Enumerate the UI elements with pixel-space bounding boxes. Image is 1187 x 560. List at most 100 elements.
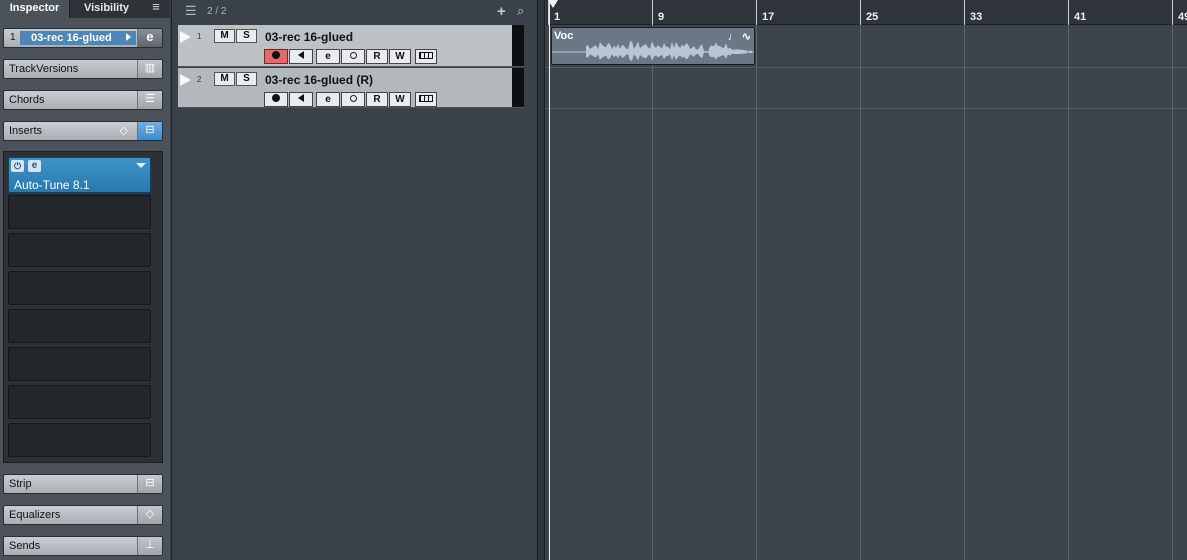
ruler-bar-mark: 9 [652, 0, 664, 25]
edit-channel-button[interactable]: e [316, 92, 340, 107]
bar-label: 1 [554, 11, 561, 23]
insert-slot-6[interactable] [8, 347, 151, 381]
bar-label: 49 [1178, 11, 1187, 23]
section-label: TrackVersions [9, 63, 79, 75]
plugin-name: Auto-Tune 8.1 [14, 178, 90, 192]
playhead-cursor[interactable] [548, 0, 558, 560]
track-divider [546, 67, 1187, 68]
insert-slot-7[interactable] [8, 385, 151, 419]
ring-icon [349, 51, 357, 59]
event-name: Voc [554, 30, 574, 42]
track-name[interactable]: 03-rec 16-glued (R) [265, 73, 373, 87]
grid-line [1172, 26, 1173, 560]
track-number: 2 [197, 75, 202, 84]
event-display[interactable]: 1 9 17 25 33 41 49 Voc ♩ ∿ [546, 0, 1187, 560]
lanes-icon [419, 51, 433, 59]
read-automation-button[interactable]: R [366, 49, 388, 64]
section-label: Strip [9, 478, 32, 490]
track-divider [546, 108, 1187, 109]
write-automation-button[interactable]: W [389, 49, 411, 64]
section-label: Chords [9, 94, 45, 106]
section-equalizers[interactable]: Equalizers ◇ [3, 505, 163, 525]
ruler-bar-mark: 17 [756, 0, 774, 25]
solo-button[interactable]: S [236, 72, 257, 86]
track-name[interactable]: 03-rec 16-glued [20, 31, 136, 45]
section-label: Equalizers [9, 509, 61, 521]
track-row[interactable]: 2 M S 03-rec 16-glued (R) e R W [178, 68, 524, 108]
tab-inspector[interactable]: Inspector [0, 0, 70, 18]
expand-triangle-icon[interactable] [180, 74, 191, 86]
monitor-button[interactable] [289, 92, 313, 107]
mute-button[interactable]: M [214, 29, 235, 43]
track-list: ☰ 2 / 2 + ⌕ 1 M S 03-rec 16-glued e R W … [171, 0, 538, 560]
sends-icon[interactable]: ⊥ [137, 537, 162, 555]
inserts-routing-icon[interactable]: ⊟ [137, 122, 162, 140]
write-automation-button[interactable]: W [389, 92, 411, 107]
ruler-bar-mark: 49 [1172, 0, 1187, 25]
section-chords[interactable]: Chords ☰ [3, 90, 163, 110]
tab-visibility[interactable]: Visibility [71, 0, 142, 18]
track-count: 2 / 2 [207, 6, 227, 17]
inserts-slots-panel: ⏻ e Auto-Tune 8.1 [3, 151, 163, 463]
record-enable-button[interactable] [264, 49, 288, 64]
insert-slot-8[interactable] [8, 423, 151, 457]
monitor-button[interactable] [289, 49, 313, 64]
speaker-icon [298, 94, 304, 103]
eq-icon[interactable]: ◇ [137, 506, 162, 524]
expand-arrow-icon [126, 33, 131, 41]
chords-icon[interactable]: ☰ [137, 91, 162, 109]
track-list-header: ☰ 2 / 2 + ⌕ [172, 0, 538, 24]
grid-line [756, 26, 757, 560]
inspector-track-header[interactable]: 1 03-rec 16-glued e [3, 28, 163, 48]
chevron-down-icon[interactable] [136, 163, 146, 168]
waveform [552, 41, 754, 61]
lock-button[interactable] [341, 92, 365, 107]
cubase-window: Inspector Visibility ≡ 1 03-rec 16-glued… [0, 0, 1187, 560]
ring-icon [349, 94, 357, 102]
search-icon[interactable]: ⌕ [517, 3, 524, 19]
section-sends[interactable]: Sends ⊥ [3, 536, 163, 556]
solo-button[interactable]: S [236, 29, 257, 43]
event-status-icons: ♩ ∿ [727, 31, 751, 43]
insert-slot-1[interactable]: ⏻ e Auto-Tune 8.1 [8, 157, 151, 193]
bar-label: 25 [866, 11, 879, 23]
track-name[interactable]: 03-rec 16-glued [265, 30, 353, 44]
track-number: 1 [10, 32, 16, 43]
strip-routing-icon[interactable]: ⊟ [137, 475, 162, 493]
zone-splitter[interactable] [537, 0, 545, 560]
insert-slot-2[interactable] [8, 195, 151, 229]
section-inserts[interactable]: Inserts ◇ ⊟ [3, 121, 163, 141]
lanes-button[interactable] [415, 92, 437, 107]
insert-slot-4[interactable] [8, 271, 151, 305]
bar-label: 17 [762, 11, 775, 23]
section-strip[interactable]: Strip ⊟ [3, 474, 163, 494]
audio-event[interactable]: Voc ♩ ∿ [551, 27, 755, 65]
bypass-icon[interactable]: ◇ [120, 124, 128, 137]
menu-icon[interactable]: ≡ [148, 0, 164, 18]
section-trackversions[interactable]: TrackVersions ▥ [3, 59, 163, 79]
record-enable-button[interactable] [264, 92, 288, 107]
trackversions-icon[interactable]: ▥ [137, 60, 162, 78]
edit-icon[interactable]: e [28, 160, 41, 172]
expand-triangle-icon[interactable] [180, 31, 191, 43]
insert-slot-3[interactable] [8, 233, 151, 267]
grid-line [652, 26, 653, 560]
power-icon[interactable]: ⏻ [11, 160, 24, 172]
insert-slot-5[interactable] [8, 309, 151, 343]
grid-line [860, 26, 861, 560]
track-row[interactable]: 1 M S 03-rec 16-glued e R W [178, 25, 524, 67]
record-icon [272, 51, 280, 60]
ruler-bar-mark: 33 [964, 0, 982, 25]
lanes-button[interactable] [415, 49, 437, 64]
edit-icon[interactable]: e [137, 29, 162, 47]
mute-button[interactable]: M [214, 72, 235, 86]
edit-channel-button[interactable]: e [316, 49, 340, 64]
read-automation-button[interactable]: R [366, 92, 388, 107]
playhead-handle[interactable] [548, 0, 558, 8]
inspector-panel: Inspector Visibility ≡ 1 03-rec 16-glued… [0, 0, 170, 560]
speaker-icon [298, 51, 304, 60]
track-list-icon[interactable]: ☰ [185, 4, 197, 17]
add-track-icon[interactable]: + [497, 3, 506, 20]
timeline-ruler[interactable]: 1 9 17 25 33 41 49 [546, 0, 1187, 25]
lock-button[interactable] [341, 49, 365, 64]
